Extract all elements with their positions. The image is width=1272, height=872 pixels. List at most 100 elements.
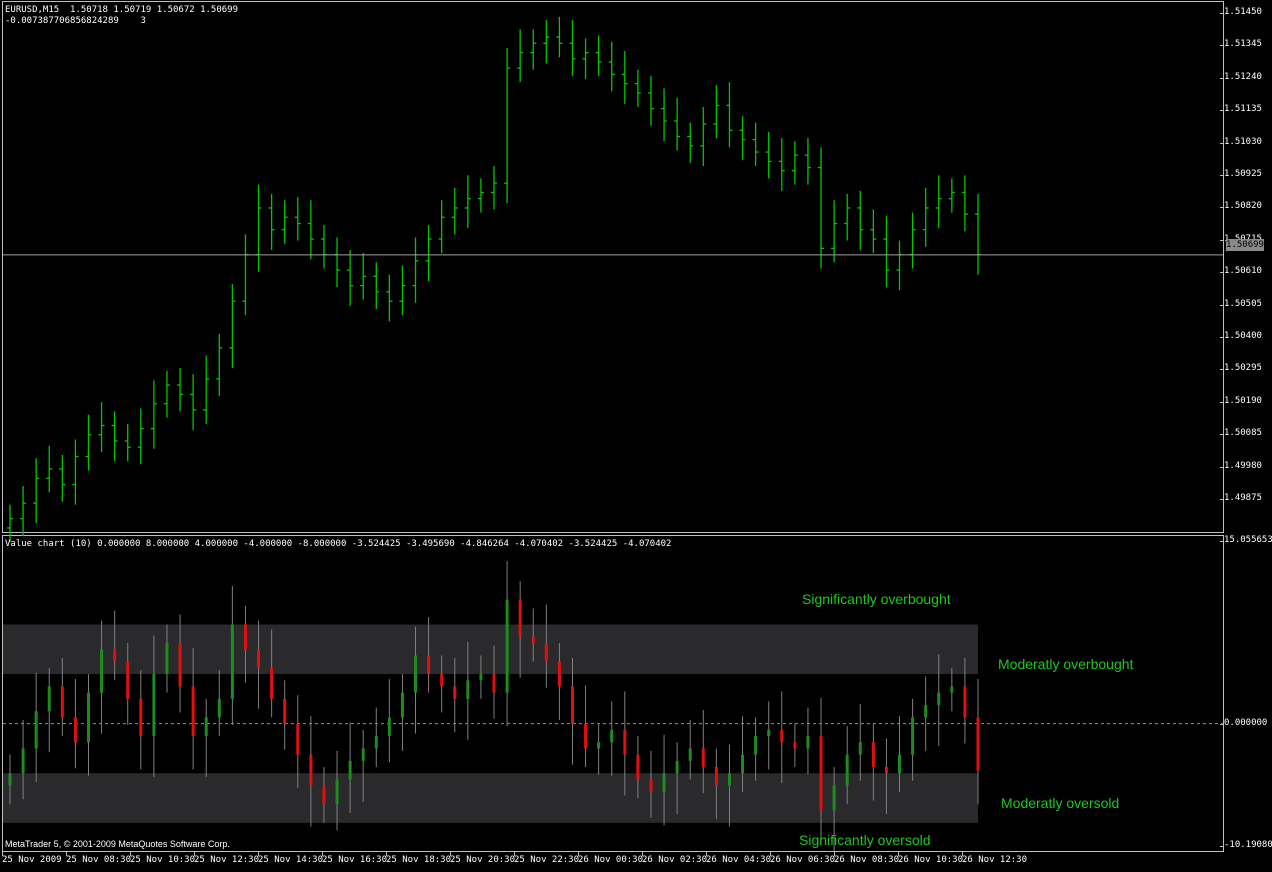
value-candle-body <box>557 661 561 687</box>
symbol-header: EURUSD,M15 1.50718 1.50719 1.50672 1.506… <box>5 5 238 15</box>
value-candle-body <box>60 686 64 718</box>
time-tick-label: 25 Nov 08:30 <box>66 852 132 865</box>
indicator-axis[interactable]: 15.055653 0.000000 -10.190808 <box>1219 535 1272 852</box>
value-candle-body <box>911 717 915 755</box>
value-candle-body <box>767 729 771 737</box>
value-candle-body <box>8 773 12 786</box>
value-candle-body <box>348 760 352 780</box>
zone-overbought <box>3 624 978 675</box>
value-candle-body <box>597 742 601 749</box>
value-candle-body <box>270 667 274 699</box>
value-candle-body <box>47 686 51 712</box>
value-candle-body <box>531 636 535 644</box>
value-candle-body <box>178 643 182 687</box>
indicator-header: Value chart (10) 0.000000 8.000000 4.000… <box>5 539 672 549</box>
info-line: -0.0073877068568242​89 3 <box>5 16 146 26</box>
value-candle-body <box>610 729 614 743</box>
value-candle-body <box>400 692 404 718</box>
value-candle-body <box>139 698 143 737</box>
value-candle-body <box>714 767 718 786</box>
zone-label-moderately-oversold: Moderatly oversold <box>1001 795 1120 811</box>
value-candle-body <box>871 742 875 768</box>
value-candle-body <box>243 624 247 650</box>
value-candle-body <box>113 649 117 662</box>
price-tick-label: 1.50925 <box>1220 169 1262 179</box>
symbol-label: EURUSD,M15 <box>5 5 60 15</box>
value-candle-body <box>479 674 483 681</box>
value-candle-body <box>217 698 221 718</box>
value-candle-body <box>806 736 810 749</box>
time-tick-label: 26 Nov 04:30 <box>706 852 772 865</box>
zone-label-moderately-overbought: Moderatly overbought <box>998 656 1134 672</box>
value-candle-body <box>950 686 954 693</box>
value-candle-body <box>544 643 548 662</box>
value-candle-body <box>257 649 261 668</box>
time-tick-label: 25 Nov 12:30 <box>194 852 260 865</box>
value-candle-body <box>570 686 574 724</box>
time-tick-label: 25 Nov 2009 <box>2 852 62 865</box>
time-tick-label: 26 Nov 02:30 <box>642 852 708 865</box>
value-candle-body <box>924 705 928 718</box>
value-candle-body <box>191 686 195 737</box>
indicator-axis-top: 15.055653 <box>1220 535 1272 545</box>
value-candle-body <box>21 748 25 774</box>
price-tick-label: 1.50610 <box>1220 266 1262 277</box>
value-candle-body <box>296 723 300 755</box>
value-candle-body <box>963 686 967 718</box>
price-tick-label: 1.49875 <box>1220 493 1262 503</box>
value-candle-body <box>937 692 941 706</box>
price-tick-label: 1.51450 <box>1220 7 1262 17</box>
value-candle-body <box>283 698 287 724</box>
value-candle-body <box>204 717 208 737</box>
value-candle-body <box>976 717 980 771</box>
time-tick-label: 25 Nov 14:30 <box>258 852 324 865</box>
price-tick-label: 1.50085 <box>1220 428 1262 439</box>
value-candle-body <box>649 779 653 792</box>
value-candle-body <box>701 748 705 768</box>
value-candle-body <box>466 680 470 699</box>
value-candle-body <box>793 742 797 749</box>
price-tick-label: 1.51030 <box>1220 136 1262 147</box>
value-candle-body <box>34 711 38 749</box>
value-candle-body <box>322 785 326 805</box>
value-candle-body <box>819 736 823 811</box>
value-candle-body <box>518 599 522 637</box>
value-candle-body <box>100 649 104 693</box>
value-candle-body <box>414 655 418 693</box>
price-tick-label: 1.50190 <box>1220 395 1262 406</box>
time-tick-label: 25 Nov 22:30 <box>514 852 580 865</box>
time-tick-label: 26 Nov 00:30 <box>578 852 644 865</box>
ohlc-values: 1.50718 1.50719 1.50672 1.50699 <box>70 5 239 15</box>
price-tick-label: 1.51240 <box>1220 71 1262 82</box>
value-candle-body <box>361 748 365 761</box>
value-candle-body <box>584 723 588 749</box>
value-candle-body <box>387 717 391 737</box>
indicator-axis-bottom: -10.190808 <box>1219 840 1272 850</box>
value-candle-body <box>662 773 666 792</box>
price-tick-label: 1.50505 <box>1220 298 1262 309</box>
copyright-text: MetaTrader 5, © 2001-2009 MetaQuotes Sof… <box>5 839 230 849</box>
time-tick-label: 25 Nov 16:30 <box>322 852 388 865</box>
value-candle-body <box>505 599 509 693</box>
price-axis[interactable]: 1.51450 1.51345 1.51240 1.51135 1.51030 1.509… <box>1220 1 1272 533</box>
zone-oversold <box>3 773 978 823</box>
price-tick-label: 1.50820 <box>1220 201 1262 212</box>
value-candle-body <box>727 773 731 786</box>
value-candle-body <box>152 674 156 737</box>
info-value: -0.0073877068568242​89 <box>5 16 119 26</box>
current-price-marker: 1.50699 <box>1226 239 1264 251</box>
value-candle-body <box>832 785 836 811</box>
time-tick-label: 25 Nov 10:30 <box>130 852 196 865</box>
value-candle-body <box>780 729 784 743</box>
value-candle-body <box>884 767 888 774</box>
value-candle-body <box>230 624 234 699</box>
value-candle-body <box>427 655 431 675</box>
value-candle-body <box>636 754 640 780</box>
value-candle-body <box>688 748 692 761</box>
value-candle-body <box>453 686 457 699</box>
chart-canvas <box>3 16 1223 852</box>
value-candle-body <box>86 692 90 743</box>
price-tick-label: 1.50400 <box>1220 331 1262 341</box>
time-tick-label: 25 Nov 18:30 <box>386 852 452 865</box>
value-candle-body <box>165 643 169 675</box>
